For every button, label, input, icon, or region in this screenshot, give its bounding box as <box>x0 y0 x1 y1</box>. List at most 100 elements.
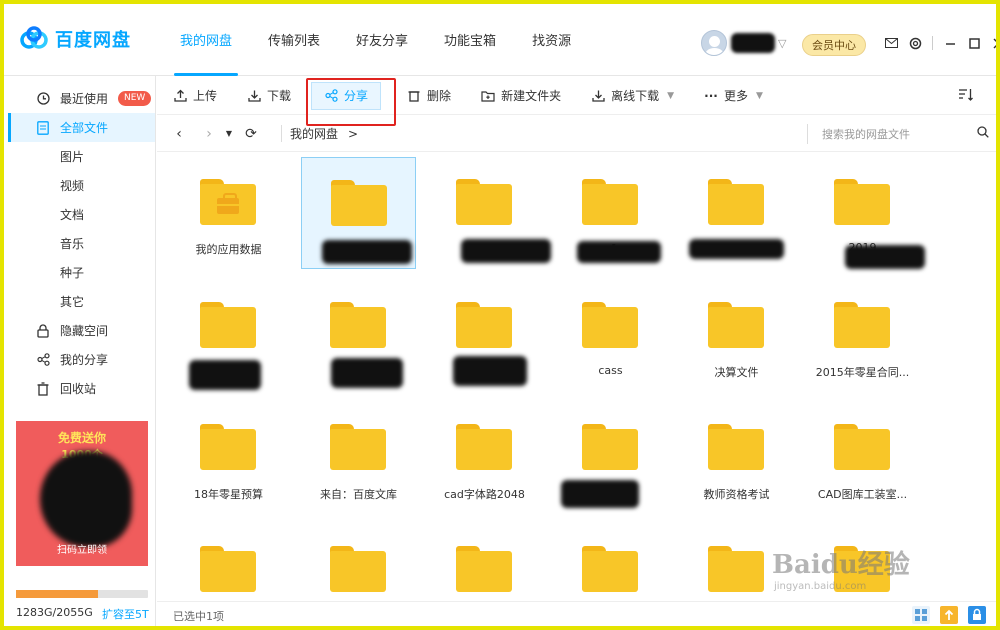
file-grid: 我的应用数据微【加【2019【加广cass决算文件2015年零星合同...18年… <box>157 153 995 601</box>
tab-find-resources[interactable]: 找资源 <box>518 4 585 76</box>
history-dropdown-icon[interactable]: ▼ <box>221 129 237 138</box>
file-item[interactable] <box>679 157 794 269</box>
tab-friend-share[interactable]: 好友分享 <box>342 4 422 76</box>
file-item[interactable]: cass <box>553 280 668 392</box>
file-icon <box>36 120 50 135</box>
app-name: 百度网盘 <box>55 30 131 51</box>
file-item[interactable]: 【加 <box>171 280 286 392</box>
file-item[interactable] <box>301 280 416 392</box>
mail-icon[interactable] <box>884 36 898 50</box>
storage-usage-text: 1283G/2055G <box>16 606 93 619</box>
dropdown-arrow-icon[interactable]: ▼ <box>756 91 763 101</box>
share-button[interactable]: 分享 <box>311 81 382 110</box>
trash-icon <box>36 381 50 396</box>
sidebar-item-videos[interactable]: 视频 <box>8 171 155 200</box>
storage-progress-fill <box>16 590 99 598</box>
lock-icon <box>36 323 50 338</box>
filename-redacted <box>331 358 403 388</box>
file-name: 18年零星预算 <box>194 488 263 501</box>
file-item[interactable]: 18年零星预算 <box>171 402 286 514</box>
settings-icon[interactable] <box>908 36 922 50</box>
sidebar-item-other[interactable]: 其它 <box>8 287 155 316</box>
file-item[interactable] <box>553 524 668 601</box>
close-icon[interactable] <box>991 36 996 50</box>
app-window: 百度网盘 我的网盘 传输列表 好友分享 功能宝箱 找资源 ▽ 会员中心 最近使用… <box>0 0 1000 630</box>
sidebar-item-recycle-bin[interactable]: 回收站 <box>8 374 155 403</box>
tab-transfer-list[interactable]: 传输列表 <box>254 4 334 76</box>
sidebar-item-images[interactable]: 图片 <box>8 142 155 171</box>
folder-icon <box>200 546 256 592</box>
folder-icon <box>834 302 890 348</box>
file-item[interactable]: 来自：百度文库 <box>301 402 416 514</box>
status-bar: 已选中1项 <box>157 601 996 626</box>
sidebar-item-my-shares[interactable]: 我的分享 <box>8 345 155 374</box>
new-folder-button[interactable]: 新建文件夹 <box>481 77 561 115</box>
refresh-icon[interactable]: ⟳ <box>243 126 259 142</box>
file-item[interactable]: 2019 <box>805 157 925 269</box>
file-item[interactable]: 微 <box>301 157 416 269</box>
new-folder-icon <box>481 89 495 103</box>
breadcrumb-my-disk[interactable]: 我的网盘 <box>281 125 338 142</box>
file-item[interactable]: cad字体路2048 <box>427 402 542 514</box>
scrollbar[interactable] <box>996 154 1000 601</box>
avatar[interactable] <box>701 30 727 56</box>
upload-queue-icon[interactable] <box>940 606 958 624</box>
maximize-icon[interactable] <box>967 36 981 50</box>
download-icon <box>247 89 261 103</box>
file-name: 决算文件 <box>714 366 759 379</box>
folder-icon <box>708 179 764 225</box>
sidebar-item-all-files[interactable]: 全部文件 <box>8 113 155 142</box>
file-item[interactable] <box>427 524 542 601</box>
folder-icon <box>708 546 764 592</box>
file-item[interactable]: 来 <box>553 402 668 514</box>
more-button[interactable]: ··· 更多 ▼ <box>704 77 763 115</box>
tab-my-disk[interactable]: 我的网盘 <box>166 4 246 76</box>
window-controls <box>884 36 996 50</box>
minimize-icon[interactable] <box>943 36 957 50</box>
user-menu[interactable]: ▽ <box>701 30 786 56</box>
grid-view-icon[interactable] <box>912 606 930 624</box>
file-item[interactable]: 【加 <box>427 157 551 269</box>
sidebar-item-music[interactable]: 音乐 <box>8 229 155 258</box>
file-name: CAD图库工装室... <box>817 488 908 501</box>
sidebar-item-torrents[interactable]: 种子 <box>8 258 155 287</box>
file-item[interactable]: 教师资格考试 <box>679 402 794 514</box>
file-item[interactable]: 广 <box>427 280 542 392</box>
vip-center-button[interactable]: 会员中心 <box>802 34 866 56</box>
lock-icon[interactable] <box>968 606 986 624</box>
path-bar: ‹ › ▼ ⟳ 我的网盘 > 搜索我的网盘文件 <box>157 116 996 152</box>
sidebar-item-label: 视频 <box>60 179 85 193</box>
dropdown-arrow-icon[interactable]: ▼ <box>667 91 674 101</box>
search-icon[interactable] <box>977 126 989 142</box>
sidebar-item-recent[interactable]: 最近使用 NEW <box>8 84 155 113</box>
offline-download-button[interactable]: 离线下载 ▼ <box>591 77 674 115</box>
sidebar-item-label: 全部文件 <box>60 121 109 135</box>
forward-icon[interactable]: › <box>201 126 217 142</box>
sidebar-item-documents[interactable]: 文档 <box>8 200 155 229</box>
file-item[interactable]: 【 <box>553 157 668 269</box>
promo-banner[interactable]: 免费送你 1000个 扫码立即领 <box>16 421 148 566</box>
file-item[interactable] <box>171 524 286 601</box>
expand-storage-link[interactable]: 扩容至5T <box>102 606 149 622</box>
offline-download-label: 离线下载 <box>611 89 660 103</box>
share-icon <box>36 353 50 367</box>
delete-button[interactable]: 删除 <box>407 77 451 115</box>
file-item[interactable] <box>301 524 416 601</box>
trash-icon <box>407 89 421 103</box>
sidebar-item-hidden-space[interactable]: 隐藏空间 <box>8 316 155 345</box>
upload-button[interactable]: 上传 <box>173 77 217 115</box>
chevron-down-icon[interactable]: ▽ <box>778 37 786 50</box>
sort-icon[interactable] <box>958 88 974 106</box>
folder-icon <box>582 179 638 225</box>
file-item[interactable]: CAD图库工装室... <box>805 402 920 514</box>
search-input[interactable]: 搜索我的网盘文件 <box>807 124 996 144</box>
share-label: 分享 <box>344 89 369 103</box>
file-item[interactable]: 2015年零星合同... <box>805 280 920 392</box>
download-button[interactable]: 下载 <box>247 77 291 115</box>
watermark-logo: Baidu经验 <box>772 550 910 580</box>
file-name: 我的应用数据 <box>195 243 262 256</box>
file-item[interactable]: 决算文件 <box>679 280 794 392</box>
back-icon[interactable]: ‹ <box>171 126 187 142</box>
file-item[interactable]: 我的应用数据 <box>171 157 286 269</box>
tab-toolbox[interactable]: 功能宝箱 <box>430 4 510 76</box>
